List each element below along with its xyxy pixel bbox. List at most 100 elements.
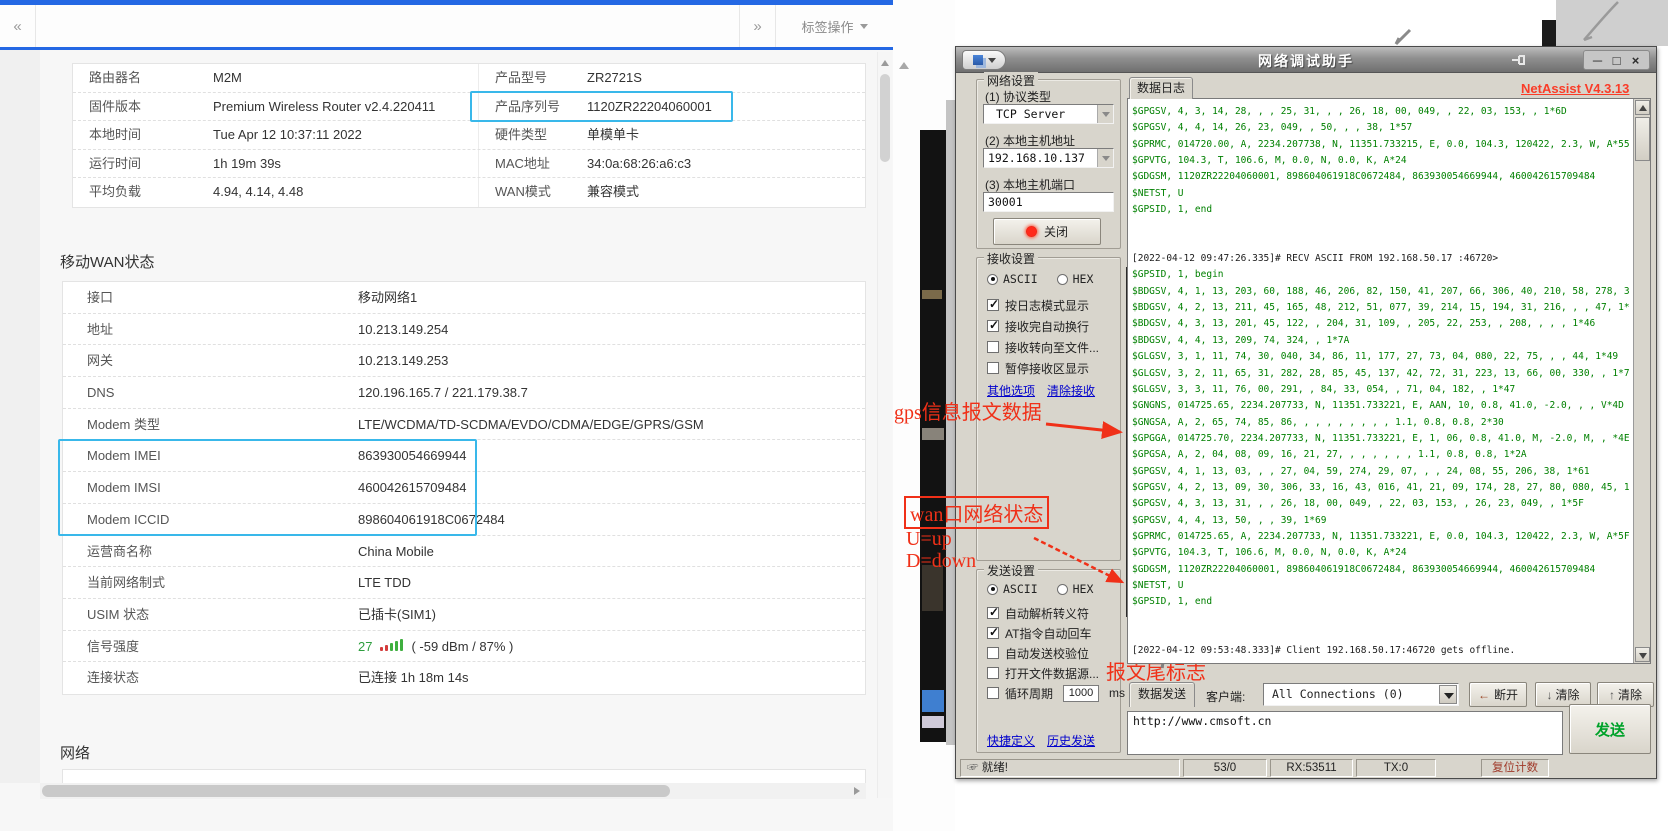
collapse-tabs-button[interactable]: « bbox=[0, 5, 36, 47]
vertical-scrollbar[interactable] bbox=[877, 52, 892, 798]
checkbox-icon[interactable] bbox=[987, 647, 999, 659]
tab-actions-label: 标签操作 bbox=[801, 17, 853, 36]
send-ascii-radio[interactable] bbox=[987, 584, 998, 595]
log-line: $GPGSV, 4, 1, 13, 03, , , 27, 04, 59, 27… bbox=[1132, 464, 1630, 480]
data-log-area[interactable]: $GPGSV, 4, 3, 14, 28, , , 25, 31, , , 26… bbox=[1127, 98, 1651, 664]
checkbox-icon[interactable] bbox=[987, 667, 999, 679]
router-admin-window: « » 标签操作 路由器名 M2M 产品型号 ZR2721S 固件版本 bbox=[0, 0, 893, 831]
pin-icon[interactable] bbox=[1510, 52, 1528, 71]
log-scrollbar[interactable] bbox=[1633, 99, 1650, 663]
log-line: $GPSID, 1, end bbox=[1132, 594, 1630, 610]
local-host-port-input[interactable]: 30001 bbox=[983, 192, 1114, 212]
table-row: 信号强度 27( -59 dBm / 87% ) bbox=[63, 631, 865, 663]
checkbox-icon[interactable] bbox=[987, 341, 999, 353]
checkbox-option[interactable]: 接收完自动换行 bbox=[987, 317, 1089, 335]
log-line: $GPGGA, 014725.70, 2234.207733, N, 11351… bbox=[1132, 431, 1630, 447]
log-line: $NETST, U bbox=[1132, 578, 1630, 594]
close-button[interactable]: × bbox=[1628, 53, 1643, 68]
checkbox-icon[interactable] bbox=[987, 607, 999, 619]
send-settings-group: 发送设置 ASCII HEX 自动解析转义符 AT指令自动回车 bbox=[976, 569, 1121, 753]
local-host-addr-label: (2) 本地主机地址 bbox=[985, 132, 1075, 149]
log-line: $BDGSV, 4, 2, 13, 211, 45, 165, 48, 212,… bbox=[1132, 300, 1630, 316]
minimize-button[interactable]: ─ bbox=[1590, 53, 1605, 68]
log-line: $GPSID, 1, begin bbox=[1132, 267, 1630, 283]
down-arrow-icon: ↓ bbox=[1546, 688, 1552, 702]
table-row: 运营商名称 China Mobile bbox=[63, 536, 865, 568]
horizontal-scrollbar[interactable] bbox=[40, 783, 866, 799]
table-row: 本地时间 Tue Apr 12 10:37:11 2022 硬件类型 单模单卡 bbox=[73, 121, 865, 150]
checkbox-option[interactable]: AT指令自动回车 bbox=[987, 624, 1091, 642]
tab-data-send[interactable]: 数据发送 bbox=[1129, 682, 1195, 707]
tab-actions-dropdown[interactable]: 标签操作 bbox=[775, 5, 893, 47]
client-connections-select[interactable]: All Connections (0) bbox=[1263, 683, 1459, 706]
scroll-down-icon[interactable] bbox=[1635, 647, 1650, 662]
title-bar[interactable]: 网络调试助手 ─ □ × bbox=[956, 47, 1656, 73]
log-line: $GDGSM, 1120ZR22204060001, 898604061918C… bbox=[1132, 169, 1630, 185]
dropdown-arrow-icon[interactable] bbox=[1439, 685, 1457, 704]
recv-ascii-radio[interactable] bbox=[987, 274, 998, 285]
send-hex-radio[interactable] bbox=[1057, 584, 1068, 595]
scroll-up-icon[interactable] bbox=[881, 60, 889, 66]
log-line: [2022-04-12 09:47:26.335]# RECV ASCII FR… bbox=[1132, 251, 1630, 267]
send-button[interactable]: 发送 bbox=[1569, 704, 1651, 754]
local-host-addr-select[interactable]: 192.168.10.137 bbox=[983, 148, 1114, 168]
maximize-button[interactable]: □ bbox=[1609, 53, 1624, 68]
quick-define-link[interactable]: 快捷定义 bbox=[987, 732, 1035, 749]
log-scrollbar-thumb[interactable] bbox=[1635, 117, 1650, 161]
background-terminal-window bbox=[920, 130, 946, 742]
background-window-edge bbox=[1542, 20, 1556, 46]
pointer-icon: ☞ bbox=[967, 762, 982, 774]
window-controls: ─ □ × bbox=[1583, 50, 1650, 70]
checkbox-option[interactable]: 接收转向至文件... bbox=[987, 338, 1099, 356]
log-line: $GPGSA, A, 2, 04, 08, 09, 16, 21, 27, , … bbox=[1132, 447, 1630, 463]
horizontal-scrollbar-thumb[interactable] bbox=[42, 785, 670, 797]
checkbox-icon[interactable] bbox=[987, 299, 999, 311]
checkbox-option[interactable]: 自动解析转义符 bbox=[987, 604, 1089, 622]
background-window-corner bbox=[1556, 0, 1668, 46]
log-line: $GNGNS, 014725.65, 2234.207733, N, 11351… bbox=[1132, 398, 1630, 414]
dropdown-arrow-icon[interactable] bbox=[1097, 149, 1113, 167]
mobile-wan-table: 接口 移动网络1 地址 10.213.149.254 网关 10.213.14 bbox=[62, 281, 866, 695]
send-hex-label: HEX bbox=[1073, 582, 1094, 596]
protocol-type-select[interactable]: TCP Server bbox=[983, 104, 1114, 124]
reset-count-button[interactable]: 复位计数 bbox=[1481, 759, 1549, 777]
vertical-scrollbar-thumb[interactable] bbox=[880, 74, 890, 162]
checkbox-option[interactable]: 打开文件数据源... bbox=[987, 664, 1099, 682]
checkbox-icon[interactable] bbox=[987, 320, 999, 332]
log-lines: $GPGSV, 4, 3, 14, 28, , , 25, 31, , , 26… bbox=[1132, 104, 1630, 661]
cycle-period-option[interactable]: 循环周期 1000 ms bbox=[987, 684, 1125, 702]
checkbox-icon[interactable] bbox=[987, 362, 999, 374]
status-frame-count: 53/0 bbox=[1183, 759, 1267, 777]
checkbox-icon[interactable] bbox=[987, 687, 999, 699]
background-scroll-arrow bbox=[899, 62, 909, 69]
scroll-right-icon[interactable] bbox=[854, 787, 860, 795]
checkbox-option[interactable]: 按日志模式显示 bbox=[987, 296, 1089, 314]
scroll-up-icon[interactable] bbox=[1635, 100, 1650, 115]
send-data-input[interactable]: http://www.cmsoft.cn bbox=[1127, 711, 1563, 755]
checkbox-option[interactable]: 暂停接收区显示 bbox=[987, 359, 1089, 377]
netassist-version-link[interactable]: NetAssist V4.3.13 bbox=[1521, 81, 1629, 96]
tab-data-log[interactable]: 数据日志 bbox=[1129, 77, 1193, 99]
table-row: Modem ICCID 898604061918C0672484 bbox=[63, 504, 865, 536]
table-row: 固件版本 Premium Wireless Router v2.4.220411… bbox=[73, 93, 865, 122]
tab-strip[interactable] bbox=[36, 5, 739, 47]
network-table-partial bbox=[62, 769, 866, 783]
log-line: $GLGSV, 3, 3, 11, 76, 00, 291, , 84, 33,… bbox=[1132, 382, 1630, 398]
pencil-overlay-icon bbox=[1396, 30, 1410, 44]
log-line bbox=[1132, 218, 1630, 234]
scroll-tabs-button[interactable]: » bbox=[739, 5, 775, 47]
checkbox-icon[interactable] bbox=[987, 627, 999, 639]
dropdown-arrow-icon[interactable] bbox=[1097, 105, 1113, 123]
recv-hex-radio[interactable] bbox=[1057, 274, 1068, 285]
table-row: DNS 120.196.165.7 / 221.179.38.7 bbox=[63, 377, 865, 409]
clear-receive-link[interactable]: 清除接收 bbox=[1047, 382, 1095, 399]
close-connection-button[interactable]: 关闭 bbox=[993, 218, 1101, 245]
checkbox-option[interactable]: 自动发送校验位 bbox=[987, 644, 1089, 662]
left-arrow-icon: ← bbox=[1478, 688, 1490, 702]
other-options-link[interactable]: 其他选项 bbox=[987, 382, 1035, 399]
log-line: $GNGSA, A, 2, 65, 74, 85, 86, , , , , , … bbox=[1132, 415, 1630, 431]
disconnect-button[interactable]: ←断开 bbox=[1469, 682, 1527, 707]
cycle-period-input[interactable]: 1000 bbox=[1063, 685, 1099, 702]
history-send-link[interactable]: 历史发送 bbox=[1047, 732, 1095, 749]
table-row: Modem IMEI 863930054669944 bbox=[63, 440, 865, 472]
